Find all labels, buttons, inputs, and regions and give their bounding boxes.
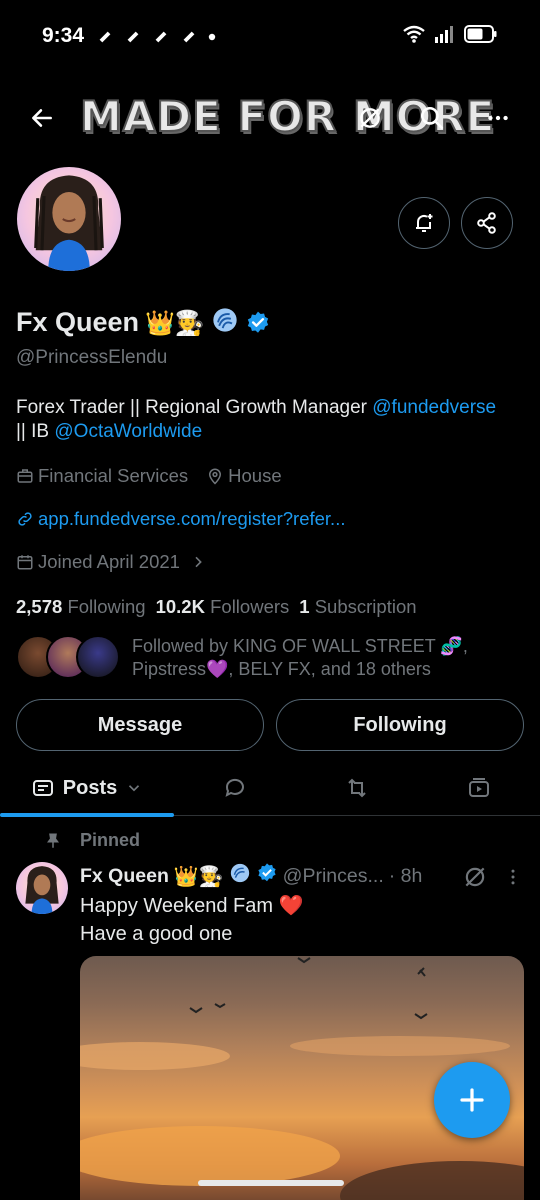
profile-joined-row[interactable]: Joined April 2021 xyxy=(16,551,206,573)
followers-stat[interactable]: 10.2K Followers xyxy=(156,596,290,618)
bio-mention-fundedverse[interactable]: @fundedverse xyxy=(372,397,496,418)
profile-meta-row: Financial Services House xyxy=(16,465,282,487)
calendar-icon xyxy=(17,555,33,570)
following-stat[interactable]: 2,578 Following xyxy=(16,596,146,618)
more-button[interactable] xyxy=(478,98,518,138)
profile-website-row[interactable]: app.fundedverse.com/register?refer... xyxy=(16,508,345,530)
pinned-label-row: Pinned xyxy=(44,830,140,851)
back-arrow-icon xyxy=(32,109,52,127)
back-button[interactable] xyxy=(22,98,62,138)
compose-button[interactable] xyxy=(434,1062,510,1138)
chevron-right-icon xyxy=(195,556,202,568)
tab-media[interactable] xyxy=(444,760,514,816)
profile-stats: 2,578 Following 10.2K Followers 1 Subscr… xyxy=(16,596,417,618)
search-icon xyxy=(420,106,444,130)
profile-avatar[interactable] xyxy=(13,163,125,275)
grok-icon xyxy=(465,867,485,887)
notifications-subscribe-button[interactable] xyxy=(398,197,450,249)
profile-website[interactable]: app.fundedverse.com/register?refer... xyxy=(38,508,345,530)
profile-joined: Joined April 2021 xyxy=(38,551,180,572)
following-button[interactable]: Following xyxy=(276,699,524,751)
more-icon xyxy=(488,115,508,121)
link-icon xyxy=(18,512,32,526)
share-button[interactable] xyxy=(461,197,513,249)
location-icon xyxy=(209,468,222,485)
grok-button[interactable] xyxy=(350,98,390,138)
profile-name: Fx Queen xyxy=(16,307,140,337)
pinned-label: Pinned xyxy=(80,830,141,850)
post-text-line: Happy Weekend Fam ❤️ xyxy=(80,895,304,917)
post-grok-button[interactable] xyxy=(462,864,488,895)
post-text: Happy Weekend Fam ❤️ Have a good one xyxy=(80,892,304,948)
notification-icon xyxy=(183,31,195,43)
home-indicator[interactable] xyxy=(198,1180,344,1186)
profile-handle: @PrincessElendu xyxy=(16,347,168,368)
share-icon xyxy=(477,212,496,234)
repost-icon xyxy=(348,778,366,798)
video-icon xyxy=(469,778,489,797)
profile-name-row: Fx Queen 👑🧑‍🍳 xyxy=(16,306,271,339)
notification-icons xyxy=(96,28,216,46)
grok-icon xyxy=(360,108,380,128)
post-author-emojis: 👑🧑‍🍳 xyxy=(173,864,224,888)
fingerprint-icon xyxy=(229,862,251,890)
wifi-icon xyxy=(403,25,425,43)
notification-icon xyxy=(155,31,167,43)
status-bar: 9:34 xyxy=(0,0,540,70)
status-right xyxy=(402,24,498,44)
tab-active-indicator xyxy=(0,813,174,817)
post-more-button[interactable] xyxy=(503,864,523,895)
followed-by[interactable]: Followed by KING OF WALL STREET 🧬, Pipst… xyxy=(16,635,472,681)
plus-icon xyxy=(460,1088,484,1112)
bell-plus-icon xyxy=(416,214,433,232)
profile-bio: Forex Trader || Regional Growth Manager … xyxy=(16,396,526,444)
profile-location: House xyxy=(228,465,282,486)
tab-posts-label: Posts xyxy=(62,776,118,799)
post-time: · 8h xyxy=(388,864,423,887)
tab-replies[interactable] xyxy=(200,760,270,816)
posts-tab-icon xyxy=(32,780,53,796)
post-author-name[interactable]: Fx Queen xyxy=(80,865,169,888)
reply-icon xyxy=(225,778,244,797)
verified-badge-icon[interactable] xyxy=(245,310,271,336)
search-button[interactable] xyxy=(412,98,452,138)
post-author-avatar[interactable] xyxy=(16,862,68,914)
profile-emojis: 👑🧑‍🍳 xyxy=(145,308,205,337)
bio-mention-octaworldwide[interactable]: @OctaWorldwide xyxy=(54,421,202,442)
profile-category: Financial Services xyxy=(38,465,189,486)
avatar xyxy=(76,635,120,679)
notification-icon xyxy=(127,31,139,43)
followers-avatars xyxy=(16,635,120,681)
followed-by-text: Followed by KING OF WALL STREET 🧬, Pipst… xyxy=(132,636,468,679)
notification-icon xyxy=(99,31,111,43)
dot-icon xyxy=(208,33,216,41)
verified-badge-icon xyxy=(256,862,278,890)
fingerprint-icon xyxy=(211,306,239,339)
bio-text: || IB xyxy=(16,421,55,442)
tab-posts[interactable]: Posts xyxy=(0,760,174,817)
subscriptions-stat[interactable]: 1 Subscription xyxy=(299,596,416,618)
avatar-illustration xyxy=(34,175,104,271)
chevron-down-icon xyxy=(129,785,140,792)
more-vertical-icon xyxy=(511,869,515,885)
briefcase-icon xyxy=(17,469,33,483)
post-author-handle: @Princes... xyxy=(282,864,384,887)
pin-icon xyxy=(47,833,59,848)
profile-tabs: Posts xyxy=(0,760,540,817)
signal-icon xyxy=(435,26,453,43)
tab-reposts[interactable] xyxy=(322,760,392,816)
message-button[interactable]: Message xyxy=(16,699,264,751)
status-time: 9:34 xyxy=(42,24,85,47)
post-text-line: Have a good one xyxy=(80,923,233,945)
battery-icon xyxy=(464,25,497,43)
post-header: Fx Queen 👑🧑‍🍳 @Princes... · 8h xyxy=(80,862,422,890)
bio-text: Forex Trader || Regional Growth Manager xyxy=(16,397,373,418)
